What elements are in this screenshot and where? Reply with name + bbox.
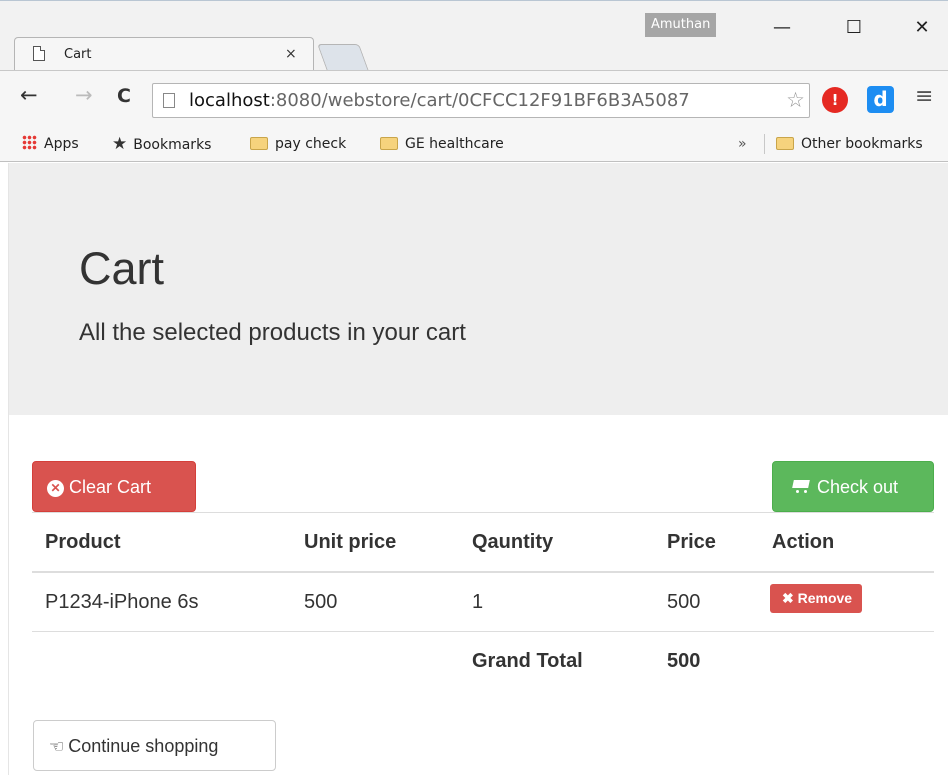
d-extension-icon[interactable]: d (867, 86, 894, 113)
page-title: Cart (79, 243, 165, 294)
bookmark-label: pay check (275, 136, 347, 152)
table-row: P1234-iPhone 6s 500 1 500 ✖ Remove (32, 572, 934, 631)
maximize-button[interactable]: ☐ (832, 13, 876, 43)
bookmarks-overflow-button[interactable]: » (738, 134, 747, 154)
tab-title: Cart (64, 47, 92, 62)
bookmark-apps[interactable]: Apps (22, 134, 79, 154)
apps-grid-icon (22, 135, 37, 150)
bookmark-ge-healthcare[interactable]: GE healthcare (380, 134, 504, 154)
jumbotron: Cart All the selected products in your c… (9, 163, 948, 415)
close-window-button[interactable]: ✕ (900, 13, 944, 43)
browser-toolbar: ← → C localhost:8080/webstore/cart/0CFCC… (0, 70, 948, 126)
folder-icon (776, 137, 794, 150)
remove-icon: ✖ (782, 590, 794, 606)
grand-total-label: Grand Total (472, 650, 583, 672)
price-cell: 500 (667, 591, 701, 613)
bookmark-pay-check[interactable]: pay check (250, 134, 346, 154)
quantity-cell: 1 (472, 591, 484, 613)
continue-shopping-button[interactable]: ☜ Continue shopping (33, 720, 276, 771)
folder-icon (380, 137, 398, 150)
grand-total-row: Grand Total 500 (32, 631, 934, 690)
bookmark-label: Bookmarks (133, 137, 212, 153)
new-tab-button[interactable] (317, 44, 369, 71)
remove-button[interactable]: ✖ Remove (770, 584, 863, 613)
page-icon (163, 93, 175, 108)
forward-button[interactable]: → (75, 83, 93, 107)
folder-icon (250, 137, 268, 150)
bookmarks-divider (764, 134, 765, 154)
table-header-row: Product Unit price Qauntity Price Action (32, 512, 934, 572)
cart-table: Product Unit price Qauntity Price Action… (32, 512, 934, 690)
document-icon (33, 46, 45, 61)
grand-total-value: 500 (667, 650, 701, 672)
unit-price-cell: 500 (304, 591, 338, 613)
column-header-action: Action (772, 531, 835, 553)
column-header-product: Product (45, 531, 121, 553)
continue-shopping-label: Continue shopping (68, 736, 219, 756)
page-subtitle: All the selected products in your cart (79, 319, 466, 346)
hand-pointing-icon: ☜ (49, 737, 65, 757)
bookmark-label: Other bookmarks (801, 136, 923, 152)
reload-button[interactable]: C (117, 85, 131, 107)
bookmark-bookmarks[interactable]: ★ Bookmarks (112, 134, 211, 154)
browser-menu-icon[interactable]: ≡ (915, 84, 933, 109)
check-out-button[interactable]: Check out (772, 461, 934, 512)
address-bar[interactable]: localhost:8080/webstore/cart/0CFCC12F91B… (152, 83, 810, 118)
clear-cart-label: Clear Cart (69, 477, 152, 497)
profile-badge[interactable]: Amuthan (645, 13, 717, 37)
bookmark-label: Apps (44, 136, 79, 152)
bookmark-label: GE healthcare (405, 136, 504, 152)
check-out-label: Check out (817, 477, 899, 497)
star-icon: ★ (112, 134, 128, 154)
remove-label: Remove (797, 590, 853, 606)
back-button[interactable]: ← (20, 83, 38, 107)
remove-circle-icon: ✕ (47, 480, 64, 497)
tab-close-icon[interactable]: × (285, 46, 297, 62)
url-host: localhost (189, 90, 270, 111)
shopping-cart-icon (791, 478, 811, 494)
adblock-extension-icon[interactable]: ! (822, 87, 848, 113)
minimize-button[interactable]: — (760, 13, 804, 43)
other-bookmarks[interactable]: Other bookmarks (776, 134, 923, 154)
column-header-quantity: Qauntity (472, 531, 554, 553)
bookmarks-bar: Apps ★ Bookmarks pay check GE healthcare … (0, 126, 948, 162)
bookmark-star-icon[interactable]: ☆ (784, 84, 805, 117)
product-cell: P1234-iPhone 6s (45, 591, 199, 613)
browser-titlebar: Amuthan — ☐ ✕ Cart × (0, 0, 948, 74)
tab-cart[interactable]: Cart × (14, 37, 314, 71)
column-header-unit-price: Unit price (304, 531, 397, 553)
clear-cart-button[interactable]: ✕ Clear Cart (32, 461, 196, 512)
url-path: :8080/webstore/cart/0CFCC12F91BF6B3A5087 (269, 90, 690, 111)
column-header-price: Price (667, 531, 716, 553)
